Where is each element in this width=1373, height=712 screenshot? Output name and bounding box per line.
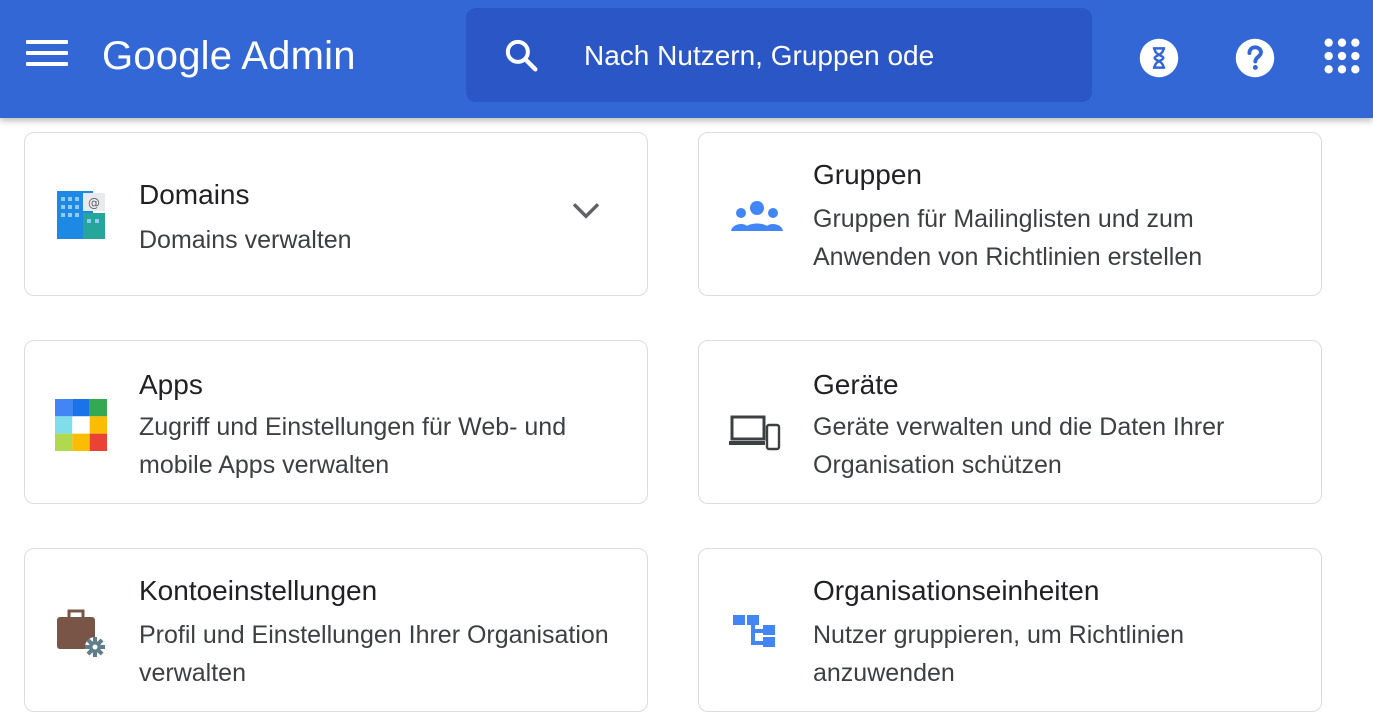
card-devices[interactable]: Geräte Geräte verwalten und die Daten Ih… [698,340,1322,504]
brand-google: Google [102,34,233,78]
card-title: Kontoeinstellungen [139,575,378,606]
card-title: Domains [139,179,250,210]
menu-icon[interactable] [26,40,68,74]
card-description: Domains verwalten [139,226,352,254]
card-apps[interactable]: Apps Zugriff und Einstellungen für Web- … [24,340,648,504]
search-icon[interactable] [502,36,542,76]
card-org-units[interactable]: Organisationseinheiten Nutzer gruppieren… [698,548,1322,712]
hourglass-icon[interactable] [1138,37,1180,79]
top-app-bar: Google Admin [0,0,1373,118]
card-description: Zugriff und Einstellungen für Web- und m… [139,413,567,479]
devices-icon [729,415,781,451]
apps-grid-icon[interactable] [1322,36,1362,76]
svg-text:@: @ [88,196,100,210]
card-title: Organisationseinheiten [813,575,1100,606]
card-account-settings[interactable]: Kontoeinstellungen Profil und Einstellun… [24,548,648,712]
org-units-icon [733,615,775,647]
search-input[interactable] [582,32,1066,80]
card-title: Gruppen [813,159,922,190]
account-settings-icon [57,609,105,657]
help-icon[interactable] [1234,37,1276,79]
card-description: Geräte verwalten und die Daten Ihrer Org… [813,413,1225,479]
card-domains[interactable]: @ Domains Domains verwalten [24,132,648,296]
domains-icon: @ [57,191,105,239]
groups-icon [731,201,783,231]
card-description: Profil und Einstellungen Ihrer Organisat… [139,621,609,687]
search-bar[interactable] [466,8,1092,102]
brand-admin: Admin [241,34,356,78]
chevron-down-icon[interactable] [570,199,602,223]
card-description: Nutzer gruppieren, um Richtlinien anzuwe… [813,621,1185,687]
card-title: Geräte [813,369,899,400]
apps-icon [55,399,107,451]
card-title: Apps [139,369,203,400]
card-groups[interactable]: Gruppen Gruppen für Mailinglisten und zu… [698,132,1322,296]
app-title[interactable]: Google Admin [102,28,356,84]
card-description: Gruppen für Mailinglisten und zum Anwend… [813,205,1203,271]
